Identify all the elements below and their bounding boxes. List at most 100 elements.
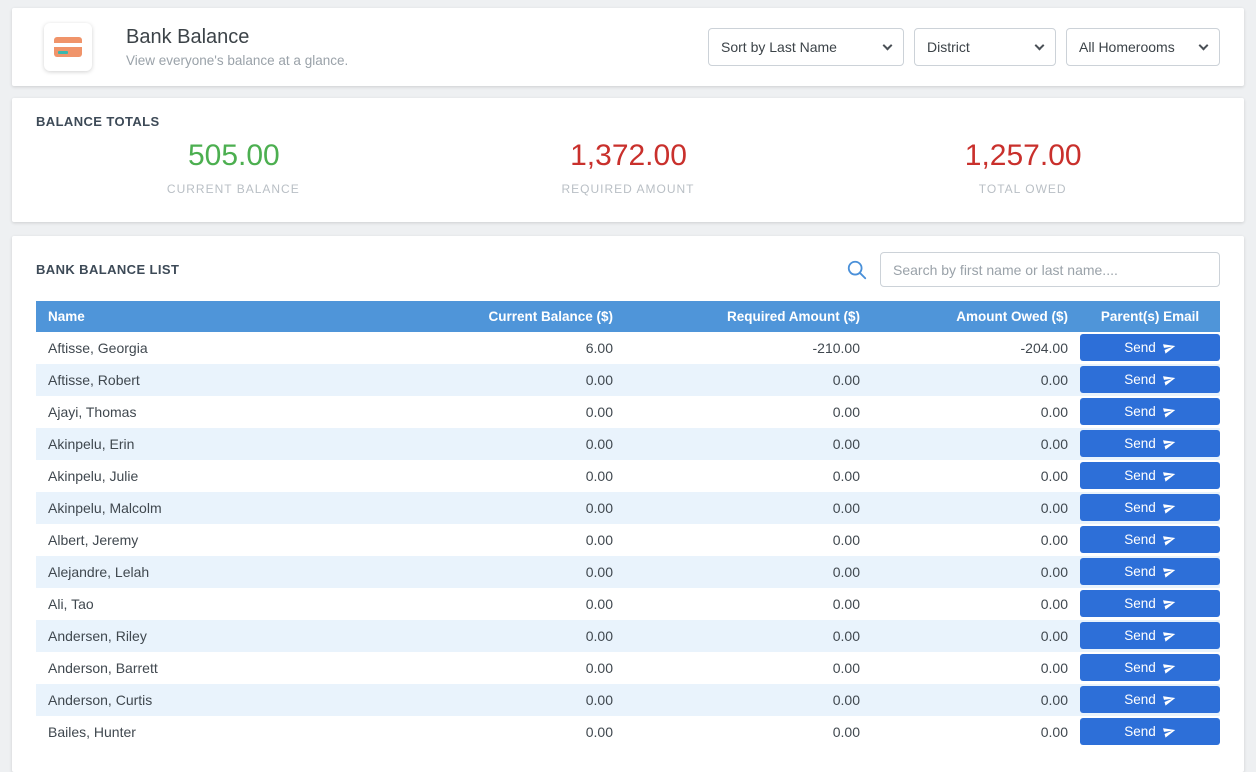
send-email-button[interactable]: Send [1080, 462, 1220, 489]
send-email-button[interactable]: Send [1080, 622, 1220, 649]
student-name: Andersen, Riley [36, 620, 450, 652]
paper-plane-icon [1161, 532, 1177, 548]
send-label: Send [1124, 436, 1156, 451]
sort-select-wrap: Sort by Last Name [708, 28, 904, 66]
current-balance: 0.00 [450, 460, 625, 492]
send-email-button[interactable]: Send [1080, 494, 1220, 521]
send-cell: Send [1080, 716, 1220, 748]
required-amount: 0.00 [625, 524, 872, 556]
current-balance: 0.00 [450, 492, 625, 524]
district-select-wrap: District [914, 28, 1056, 66]
col-name: Name [36, 301, 450, 332]
student-name: Anderson, Barrett [36, 652, 450, 684]
send-email-button[interactable]: Send [1080, 334, 1220, 361]
send-cell: Send [1080, 460, 1220, 492]
homerooms-select-wrap: All Homerooms [1066, 28, 1220, 66]
student-name: Aftisse, Georgia [36, 332, 450, 364]
table-row: Akinpelu, Julie 0.00 0.00 0.00 Send [36, 460, 1220, 492]
send-email-button[interactable]: Send [1080, 718, 1220, 745]
send-cell: Send [1080, 556, 1220, 588]
homerooms-select[interactable]: All Homerooms [1066, 28, 1220, 66]
send-cell: Send [1080, 524, 1220, 556]
bank-card-icon [54, 37, 82, 57]
required-amount: -210.00 [625, 332, 872, 364]
send-label: Send [1124, 692, 1156, 707]
table-row: Akinpelu, Erin 0.00 0.00 0.00 Send [36, 428, 1220, 460]
send-label: Send [1124, 532, 1156, 547]
paper-plane-icon [1161, 372, 1177, 388]
send-email-button[interactable]: Send [1080, 398, 1220, 425]
current-balance: 0.00 [450, 428, 625, 460]
send-label: Send [1124, 564, 1156, 579]
page: Bank Balance View everyone's balance at … [0, 8, 1256, 772]
amount-owed: 0.00 [872, 588, 1080, 620]
total-label: CURRENT BALANCE [36, 182, 431, 196]
send-email-button[interactable]: Send [1080, 590, 1220, 617]
required-amount: 0.00 [625, 620, 872, 652]
current-balance: 0.00 [450, 364, 625, 396]
amount-owed: 0.00 [872, 364, 1080, 396]
balance-totals-card: BALANCE TOTALS 505.00 CURRENT BALANCE 1,… [12, 98, 1244, 222]
amount-owed: 0.00 [872, 460, 1080, 492]
paper-plane-icon [1161, 468, 1177, 484]
search-icon[interactable] [846, 259, 868, 281]
col-current-balance: Current Balance ($) [450, 301, 625, 332]
amount-owed: 0.00 [872, 556, 1080, 588]
page-title: Bank Balance [126, 26, 348, 49]
required-amount: 0.00 [625, 716, 872, 748]
total-label: REQUIRED AMOUNT [431, 182, 826, 196]
send-cell: Send [1080, 652, 1220, 684]
send-email-button[interactable]: Send [1080, 526, 1220, 553]
student-name: Anderson, Curtis [36, 684, 450, 716]
paper-plane-icon [1161, 692, 1177, 708]
send-cell: Send [1080, 620, 1220, 652]
send-email-button[interactable]: Send [1080, 686, 1220, 713]
table-row: Ajayi, Thomas 0.00 0.00 0.00 Send [36, 396, 1220, 428]
total-label: TOTAL OWED [825, 182, 1220, 196]
required-amount: 0.00 [625, 460, 872, 492]
table-header-row: Name Current Balance ($) Required Amount… [36, 301, 1220, 332]
student-name: Ajayi, Thomas [36, 396, 450, 428]
send-email-button[interactable]: Send [1080, 558, 1220, 585]
total-value: 1,372.00 [431, 139, 826, 173]
send-label: Send [1124, 500, 1156, 515]
sort-select[interactable]: Sort by Last Name [708, 28, 904, 66]
amount-owed: 0.00 [872, 716, 1080, 748]
send-cell: Send [1080, 492, 1220, 524]
table-body: Aftisse, Georgia 6.00 -210.00 -204.00 Se… [36, 332, 1220, 748]
current-balance: 6.00 [450, 332, 625, 364]
table-row: Anderson, Barrett 0.00 0.00 0.00 Send [36, 652, 1220, 684]
send-email-button[interactable]: Send [1080, 654, 1220, 681]
total-item: 1,257.00 TOTAL OWED [825, 139, 1220, 196]
total-item: 505.00 CURRENT BALANCE [36, 139, 431, 196]
amount-owed: 0.00 [872, 684, 1080, 716]
total-amount: 505.00 [188, 139, 280, 172]
paper-plane-icon [1161, 660, 1177, 676]
required-amount: 0.00 [625, 684, 872, 716]
list-header: BANK BALANCE LIST [36, 252, 1220, 287]
table-row: Andersen, Riley 0.00 0.00 0.00 Send [36, 620, 1220, 652]
current-balance: 0.00 [450, 396, 625, 428]
amount-owed: 0.00 [872, 524, 1080, 556]
district-select[interactable]: District [914, 28, 1056, 66]
send-label: Send [1124, 404, 1156, 419]
current-balance: 0.00 [450, 684, 625, 716]
table-row: Ali, Tao 0.00 0.00 0.00 Send [36, 588, 1220, 620]
total-amount: 1,257.00 [965, 139, 1082, 172]
send-email-button[interactable]: Send [1080, 430, 1220, 457]
paper-plane-icon [1161, 628, 1177, 644]
search-input[interactable] [880, 252, 1220, 287]
send-label: Send [1124, 724, 1156, 739]
total-amount: 1,372.00 [570, 139, 687, 172]
col-amount-owed: Amount Owed ($) [872, 301, 1080, 332]
table-row: Aftisse, Georgia 6.00 -210.00 -204.00 Se… [36, 332, 1220, 364]
total-item: 1,372.00 REQUIRED AMOUNT [431, 139, 826, 196]
paper-plane-icon [1161, 436, 1177, 452]
send-label: Send [1124, 340, 1156, 355]
amount-owed: 0.00 [872, 396, 1080, 428]
send-cell: Send [1080, 364, 1220, 396]
student-name: Bailes, Hunter [36, 716, 450, 748]
paper-plane-icon [1161, 404, 1177, 420]
send-email-button[interactable]: Send [1080, 366, 1220, 393]
required-amount: 0.00 [625, 588, 872, 620]
